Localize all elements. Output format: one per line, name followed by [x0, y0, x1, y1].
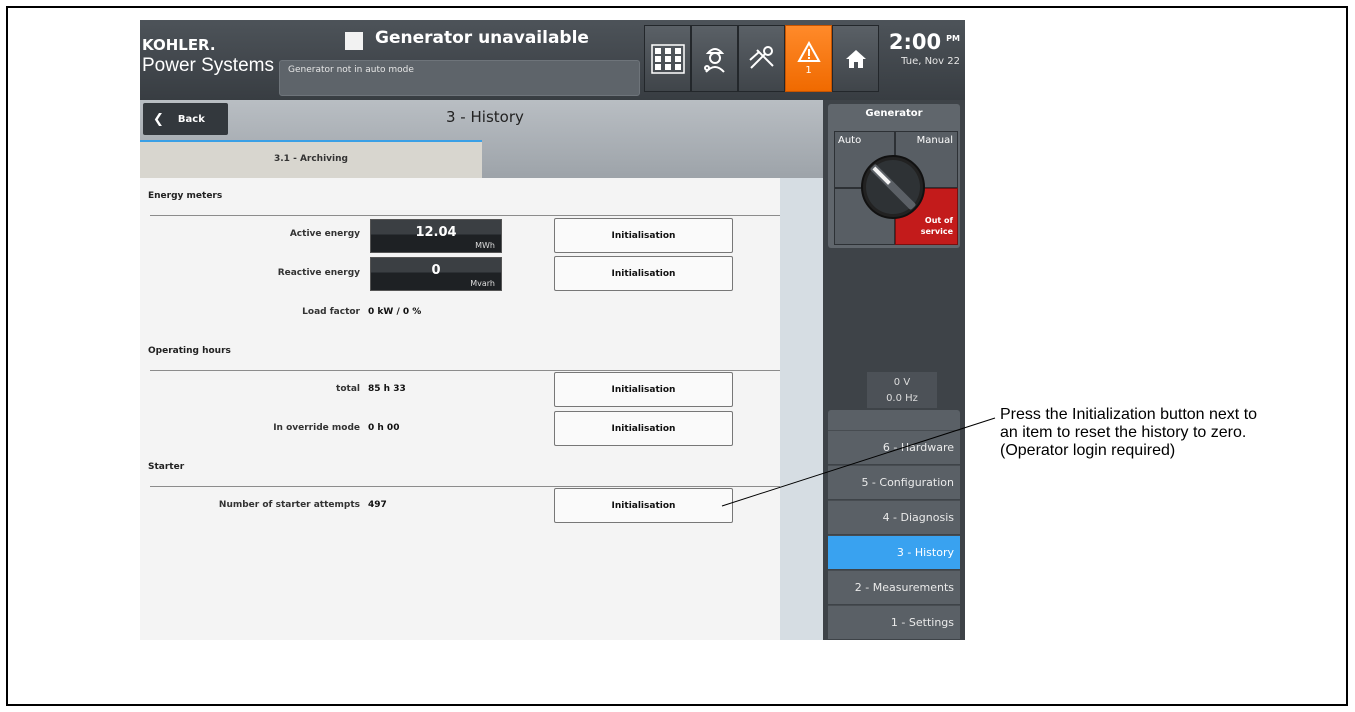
warning-count: 1: [805, 65, 812, 76]
tools-icon[interactable]: [738, 25, 785, 92]
clock-time: 2:00: [888, 30, 942, 54]
callout-line-2: an item to reset the history to zero.: [1000, 424, 1247, 441]
init-button-reactive-energy[interactable]: Initialisation: [554, 256, 733, 291]
override-hours-label: In override mode: [273, 423, 360, 433]
init-button-total-hours[interactable]: Initialisation: [554, 372, 733, 407]
total-hours-value: 85 h 33: [368, 384, 406, 394]
section-divider: [150, 215, 780, 216]
frequency-readout: 0.0 Hz: [886, 393, 918, 404]
section-title-hours: Operating hours: [148, 346, 231, 356]
active-energy-value: 12.04: [415, 225, 457, 240]
load-factor-label: Load factor: [302, 307, 360, 317]
callout-line-3: (Operator login required): [1000, 442, 1176, 459]
menu-item-settings[interactable]: 1 - Settings: [828, 605, 960, 639]
home-icon[interactable]: [832, 25, 879, 92]
reactive-energy-meter: 0 Mvarh: [370, 257, 502, 291]
reactive-energy-unit: Mvarh: [470, 279, 495, 288]
clock-ampm: PM: [946, 34, 960, 43]
clock-date: Tue, Nov 22: [901, 56, 960, 67]
chevron-left-icon: ❮: [153, 111, 164, 127]
technician-icon[interactable]: [691, 25, 738, 92]
init-button-active-energy[interactable]: Initialisation: [554, 218, 733, 253]
status-indicator-icon: [345, 32, 363, 50]
status-title: Generator unavailable: [375, 28, 589, 48]
grid-icon[interactable]: [644, 25, 691, 92]
menu-item-configuration[interactable]: 5 - Configuration: [828, 465, 960, 499]
clock: 2:00 PM Tue, Nov 22: [880, 30, 960, 67]
reactive-energy-label: Reactive energy: [277, 268, 360, 278]
back-label: Back: [177, 113, 205, 125]
reactive-energy-value: 0: [431, 263, 441, 278]
starter-attempts-label: Number of starter attempts: [218, 500, 360, 510]
total-hours-label: total: [336, 384, 360, 394]
section-divider: [150, 370, 780, 371]
generator-title: Generator: [865, 108, 923, 119]
init-button-override-hours[interactable]: Initialisation: [554, 411, 733, 446]
callout-line-1: Press the Initialization button next to: [1000, 406, 1258, 423]
brand-subtitle: Power Systems: [142, 55, 274, 76]
tab-archiving[interactable]: 3.1 - Archiving: [140, 140, 482, 178]
page-title: 3 - History: [446, 108, 524, 126]
scroll-area[interactable]: [780, 178, 823, 640]
generator-readout: 0 V 0.0 Hz: [867, 372, 937, 408]
menu-header: [828, 410, 960, 430]
oos-label-line1: Out of: [924, 216, 953, 225]
starter-attempts-value: 497: [368, 500, 387, 510]
active-energy-unit: MWh: [475, 241, 495, 250]
active-energy-label: Active energy: [289, 229, 360, 239]
section-title-starter: Starter: [148, 462, 185, 472]
callout-text: Press the Initialization button next to …: [1000, 406, 1345, 460]
brand-logo: KOHLER.: [142, 36, 216, 54]
section-divider: [150, 486, 780, 487]
override-hours-value: 0 h 00: [368, 423, 400, 433]
section-title-energy: Energy meters: [148, 191, 223, 201]
status-message: Generator not in auto mode: [279, 60, 640, 96]
menu-item-diagnosis[interactable]: 4 - Diagnosis: [828, 500, 960, 534]
menu-item-history[interactable]: 3 - History: [828, 535, 960, 569]
menu-item-measurements[interactable]: 2 - Measurements: [828, 570, 960, 604]
load-factor-value: 0 kW / 0 %: [368, 307, 422, 317]
voltage-readout: 0 V: [893, 377, 911, 388]
oos-label-line2: service: [920, 227, 953, 236]
mode-knob-icon[interactable]: [860, 154, 926, 220]
init-button-starter-attempts[interactable]: Initialisation: [554, 488, 733, 523]
warning-icon[interactable]: 1: [785, 25, 832, 92]
active-energy-meter: 12.04 MWh: [370, 219, 502, 253]
menu-item-hardware[interactable]: 6 - Hardware: [828, 430, 960, 464]
back-button[interactable]: ❮ Back: [143, 103, 228, 135]
